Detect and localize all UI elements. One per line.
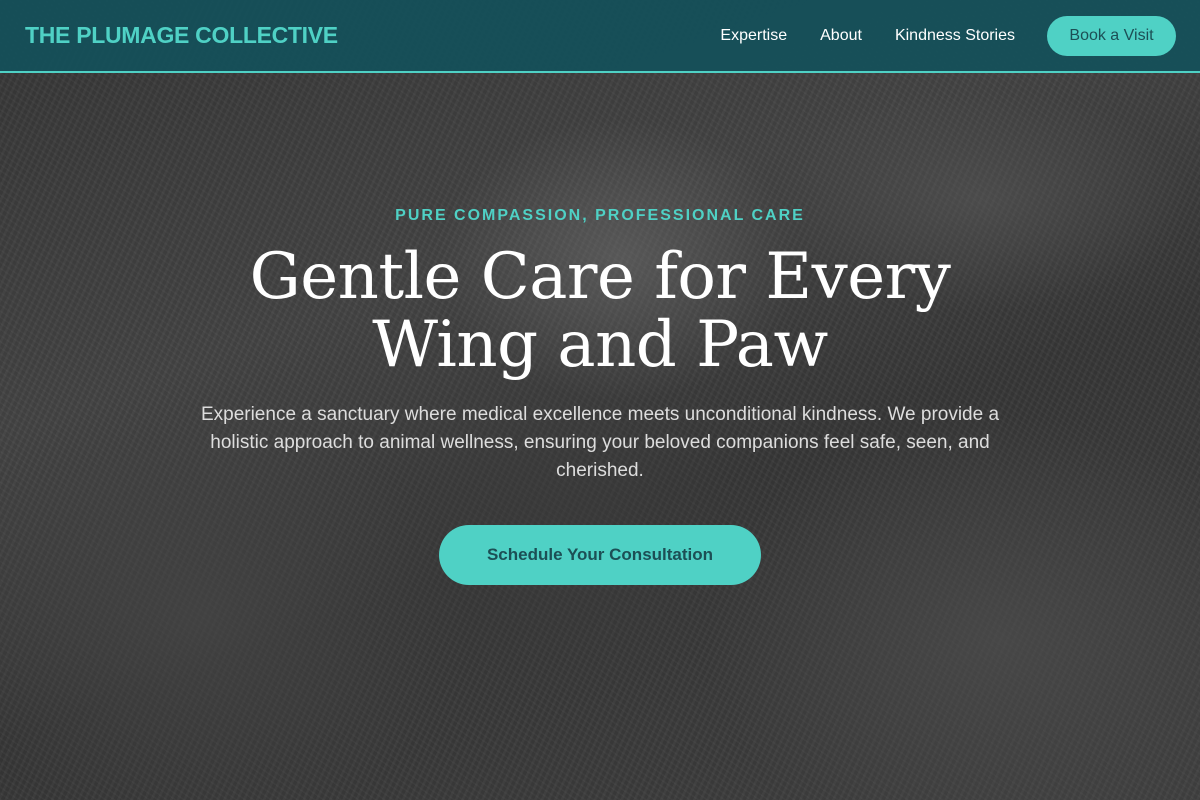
hero-eyebrow: PURE COMPASSION, PROFESSIONAL CARE bbox=[395, 207, 805, 224]
book-visit-button[interactable]: Book a Visit bbox=[1047, 15, 1176, 56]
schedule-consultation-button[interactable]: Schedule Your Consultation bbox=[439, 525, 761, 585]
nav-link-about[interactable]: About bbox=[820, 27, 862, 45]
hero-headline: Gentle Care for Every Wing and Paw bbox=[249, 240, 951, 382]
main-nav: Expertise About Kindness Stories Book a … bbox=[720, 15, 1176, 56]
brand-logo[interactable]: THE PLUMAGE COLLECTIVE bbox=[25, 22, 338, 49]
site-header: THE PLUMAGE COLLECTIVE Expertise About K… bbox=[0, 0, 1200, 73]
nav-link-kindness-stories[interactable]: Kindness Stories bbox=[895, 27, 1015, 45]
hero-section: PURE COMPASSION, PROFESSIONAL CARE Gentl… bbox=[0, 73, 1200, 800]
hero-subtext: Experience a sanctuary where medical exc… bbox=[200, 404, 1000, 481]
nav-link-expertise[interactable]: Expertise bbox=[720, 27, 787, 45]
